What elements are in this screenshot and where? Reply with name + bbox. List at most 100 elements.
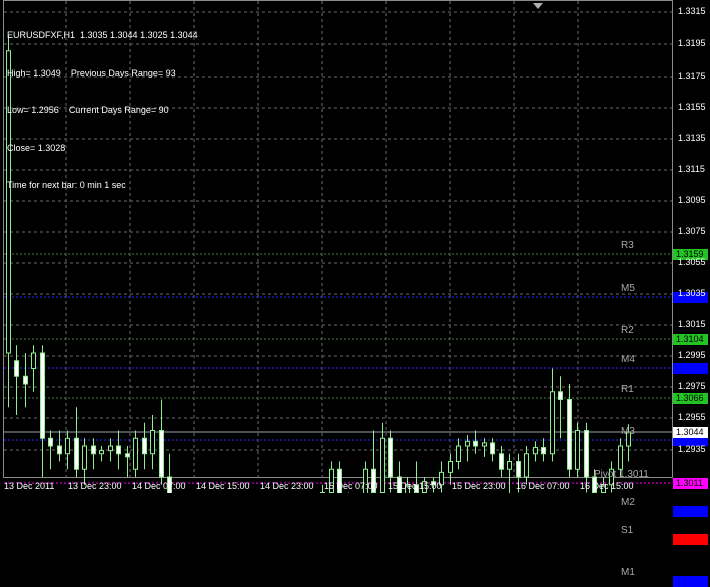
low-range-line: Low= 1.2956 Current Days Range= 90 [7, 104, 198, 117]
candle [91, 438, 96, 470]
candle-body-up [482, 442, 487, 447]
level-label: R1 [621, 384, 634, 395]
level-label: M1 [621, 567, 635, 578]
candle [116, 430, 121, 470]
candle-body-down [499, 453, 504, 470]
candle [558, 376, 563, 439]
candle-body-up [465, 440, 470, 447]
candle [490, 438, 495, 462]
candle-body-up [65, 437, 70, 455]
candle-body-up [550, 391, 555, 455]
high-range-line: High= 1.3049 Previous Days Range= 93 [7, 67, 198, 80]
candle-body-down [142, 437, 147, 455]
candle [142, 422, 147, 470]
candle [482, 438, 487, 457]
level-price-tag: 1.3066 [673, 393, 708, 404]
price-tick-label: 1.3055 [678, 257, 706, 267]
candle-body-up [108, 445, 113, 452]
level-price-tag: 1.2975 [673, 534, 708, 545]
price-tick-label: 1.3035 [678, 288, 706, 298]
candle-body-down [159, 430, 164, 478]
price-tick-label: 1.3095 [678, 195, 706, 205]
candle [99, 446, 104, 462]
candle-body-down [473, 440, 478, 447]
symbol-ohlc-line: EURUSDFXF,H1 1.3035 1.3044 1.3025 1.3044 [7, 30, 198, 40]
candle-body-up [448, 461, 453, 473]
chart-window[interactable]: EURUSDFXF,H1 1.3035 1.3044 1.3025 1.3044… [0, 0, 710, 587]
candle [499, 446, 504, 477]
candle-body-up [524, 453, 529, 478]
candle-body-down [23, 375, 28, 385]
candle-body-down [116, 445, 121, 455]
candle [23, 353, 28, 408]
level-label: M4 [621, 354, 635, 365]
time-tick-label: 14 Dec 15:00 [196, 481, 250, 491]
level-price-tag: 1.2993 [673, 506, 708, 517]
level-label: R2 [621, 325, 634, 336]
chart-shift-marker-icon[interactable] [533, 3, 543, 9]
price-tick-label: 1.3115 [678, 164, 705, 174]
candle-body-down [558, 391, 563, 400]
time-tick-label: 16 Dec 07:00 [516, 481, 570, 491]
price-tick-label: 1.2975 [678, 381, 706, 391]
price-tick-label: 1.3155 [678, 102, 706, 112]
info-panel: EURUSDFXF,H1 1.3035 1.3044 1.3025 1.3044… [7, 4, 198, 217]
previous-days-range: Previous Days Range= 93 [70, 67, 176, 78]
candle-body-down [516, 461, 521, 478]
candle-body-up [31, 352, 36, 369]
candle-body-up [82, 445, 87, 470]
candle [159, 399, 164, 485]
candle-body-up [150, 430, 155, 455]
time-tick-label: 15 Dec 23:00 [452, 481, 506, 491]
level-label: S1 [621, 525, 634, 536]
candle-body-down [40, 352, 45, 439]
candle-body-down [74, 437, 79, 470]
level-label: M2 [621, 497, 635, 508]
level-label: Pivot 1.3011 [594, 469, 649, 480]
candle [40, 345, 45, 477]
price-tick-label: 1.3015 [678, 319, 706, 329]
time-tick-label: 13 Dec 2011 [4, 481, 55, 491]
time-tick-label: 15 Dec 07:00 [324, 481, 378, 491]
candle-body-up [99, 450, 104, 455]
candle [57, 430, 62, 462]
time-tick-label: 15 Dec 15:00 [388, 481, 442, 491]
candle-body-down [388, 437, 393, 478]
candle-body-up [575, 430, 580, 470]
time-tick-label: 14 Dec 23:00 [260, 481, 314, 491]
time-tick-label: 14 Dec 07:00 [132, 481, 186, 491]
candle [48, 430, 53, 470]
close-line: Close= 1.3028 [7, 142, 66, 153]
candle [108, 438, 113, 462]
day-low: Low= 1.2956 [7, 105, 59, 115]
level-price-tag: 1.3011 [673, 478, 708, 489]
price-tick-label: 1.3195 [678, 38, 706, 48]
candle-body-up [456, 445, 461, 462]
candle-body-up [507, 461, 512, 470]
level-price-tag: 1.3104 [673, 334, 708, 345]
candle [541, 438, 546, 462]
candle [550, 368, 555, 462]
current-days-range: Current Days Range= 90 [68, 105, 169, 115]
candle [380, 422, 385, 493]
price-tick-label: 1.3175 [678, 71, 706, 81]
price-tick-label: 1.3315 [678, 6, 706, 16]
candle [133, 430, 138, 477]
candle [150, 415, 155, 470]
candle-body-down [125, 453, 130, 458]
time-tick-label: 16 Dec 15:00 [580, 481, 634, 491]
candle [456, 438, 461, 470]
price-tick-label: 1.3135 [678, 133, 706, 143]
candle [507, 453, 512, 493]
candle-body-up [533, 447, 538, 455]
price-tick-label: 1.3075 [678, 226, 706, 236]
candle-body-up [618, 445, 623, 470]
candle [31, 345, 36, 392]
candle-body-down [490, 442, 495, 455]
candle [575, 422, 580, 477]
time-tick-label: 13 Dec 23:00 [68, 481, 122, 491]
level-label: M3 [621, 426, 635, 437]
candle-body-down [541, 447, 546, 455]
candle-body-down [584, 430, 589, 478]
level-label: R3 [621, 240, 634, 251]
